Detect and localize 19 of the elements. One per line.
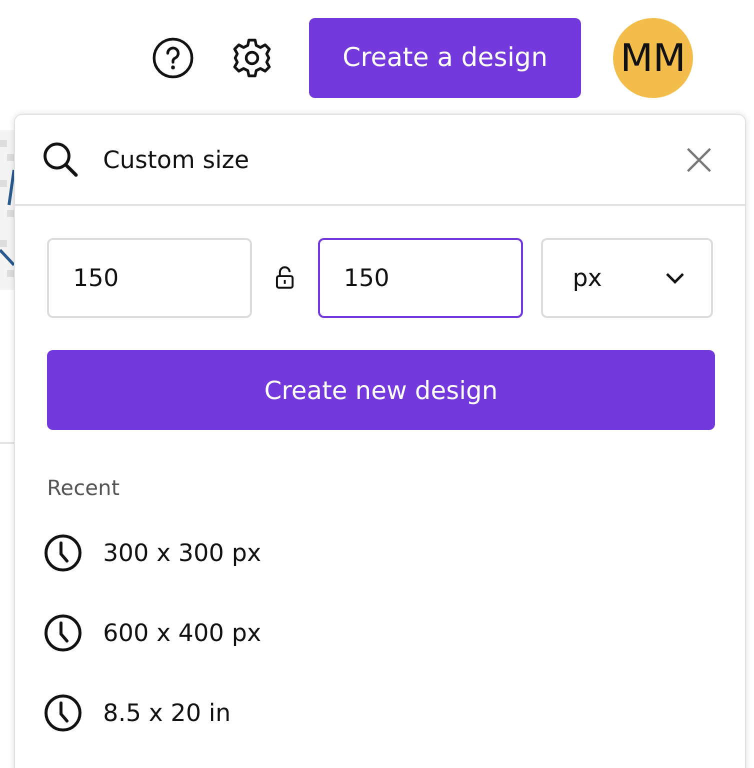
help-icon[interactable] — [152, 37, 194, 79]
search-field[interactable]: Custom size — [101, 144, 685, 174]
settings-icon[interactable] — [231, 37, 273, 79]
create-new-design-button[interactable]: Create new design — [47, 350, 715, 430]
clock-icon — [43, 693, 83, 733]
recent-size-item[interactable]: 300 x 300 px — [43, 526, 745, 580]
clock-icon — [43, 613, 83, 653]
user-avatar[interactable]: MM — [613, 18, 693, 98]
unlocked-padlock-icon[interactable] — [275, 266, 295, 290]
section-heading: Recent — [47, 476, 121, 500]
unit-dropdown[interactable]: px — [540, 238, 713, 318]
chevron-down-icon — [665, 272, 685, 284]
clock-icon — [43, 533, 83, 573]
close-icon[interactable] — [685, 146, 713, 174]
size-input[interactable]: 150 — [47, 238, 252, 318]
recent-size-item[interactable]: 600 x 400 px — [43, 606, 745, 660]
create-design-button[interactable]: Create a design — [309, 18, 581, 98]
recent-size-item[interactable]: 8.5 x 20 in — [43, 686, 745, 740]
size-input[interactable]: 150 — [318, 238, 523, 318]
